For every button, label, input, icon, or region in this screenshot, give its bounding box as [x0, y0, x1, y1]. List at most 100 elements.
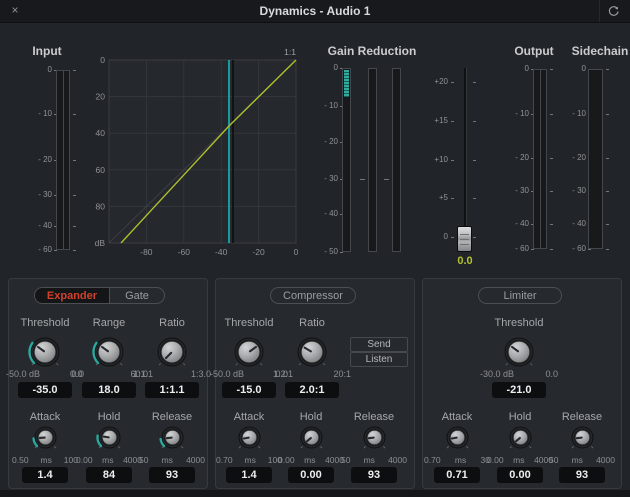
ratio-value[interactable]: 2.0:1: [285, 382, 339, 398]
attack-knob[interactable]: [441, 421, 474, 454]
attack-unit: ms: [41, 455, 52, 465]
sidechain-tick: 0: [550, 64, 586, 74]
threshold-value[interactable]: -21.0: [492, 382, 546, 398]
graph-y-tick: -40: [95, 128, 105, 138]
hold-knob-dial[interactable]: [93, 421, 126, 454]
output-tick: - 30: [493, 186, 529, 196]
make-up-tick: +10: [414, 155, 448, 165]
threshold-knob[interactable]: [229, 332, 269, 372]
hold-knob[interactable]: [504, 421, 537, 454]
attack-knob-dial[interactable]: [29, 421, 62, 454]
ratio-min: 1:1.1: [133, 369, 153, 379]
compressor-header-button[interactable]: Compressor: [270, 287, 356, 304]
release-value[interactable]: 93: [559, 467, 605, 483]
gain_reduction-tick: - 10: [302, 101, 338, 111]
release-value[interactable]: 93: [149, 467, 195, 483]
hold-value[interactable]: 0.00: [288, 467, 334, 483]
attack-range-labels: 0.70ms100: [216, 455, 282, 465]
gain_reduction-tick: - 20: [302, 137, 338, 147]
make-up-tick: 0: [414, 232, 448, 242]
attack-knob[interactable]: [29, 421, 62, 454]
release-knob[interactable]: [566, 421, 599, 454]
reset-button[interactable]: [599, 0, 626, 22]
gain-reduction-range-mark: [360, 179, 365, 180]
threshold-value[interactable]: -15.0: [222, 382, 276, 398]
sidechain-meter-bar: [588, 69, 603, 249]
input-tick-mark: [73, 160, 76, 161]
hold-min: 0.00: [76, 455, 93, 465]
release-knob[interactable]: [156, 421, 189, 454]
release-range-labels: 50ms4000: [341, 455, 407, 465]
sidechain-tick: - 10: [550, 109, 586, 119]
release-max: 4000: [596, 455, 615, 465]
threshold-knob-dial[interactable]: [229, 332, 269, 372]
attack-value[interactable]: 0.71: [434, 467, 480, 483]
release-min: 50: [341, 455, 350, 465]
range-knob-dial[interactable]: [89, 332, 129, 372]
attack-knob[interactable]: [233, 421, 266, 454]
ratio-knob-dial[interactable]: [292, 332, 332, 372]
release-knob-dial[interactable]: [566, 421, 599, 454]
make-up-tick-mark: [451, 121, 454, 122]
graph-y-tick: -20: [95, 92, 105, 102]
input-tick-mark: [73, 70, 76, 71]
attack-value[interactable]: 1.4: [22, 467, 68, 483]
hold-value[interactable]: 0.00: [497, 467, 543, 483]
release-value[interactable]: 93: [351, 467, 397, 483]
graph-x-tick: -40: [215, 247, 228, 257]
limiter-header-button[interactable]: Limiter: [478, 287, 562, 304]
threshold-knob[interactable]: [25, 332, 65, 372]
ratio-knob[interactable]: [292, 332, 332, 372]
release-knob-dial[interactable]: [156, 421, 189, 454]
sidechain-tick: - 20: [550, 153, 586, 163]
expander-panel: ExpanderGateThreshold-50.0 dB0.0-35.0Ran…: [8, 278, 208, 489]
sidechain-tick-mark: [606, 114, 609, 115]
range-knob[interactable]: [89, 332, 129, 372]
threshold-value[interactable]: -35.0: [18, 382, 72, 398]
hold-knob[interactable]: [93, 421, 126, 454]
make-up-tick: +15: [414, 116, 448, 126]
tab-gate[interactable]: Gate: [109, 288, 164, 303]
ratio-knob[interactable]: [152, 332, 192, 372]
window-bottom-edge: [0, 490, 630, 497]
compressor-panel: CompressorSendListenThreshold-50.0 dB0.0…: [215, 278, 415, 489]
send-button[interactable]: Send: [350, 337, 408, 352]
make-up-value[interactable]: 0.0: [440, 255, 490, 267]
release-knob[interactable]: [358, 421, 391, 454]
graph-db-label: dB: [95, 238, 105, 248]
input-meter-divider: [63, 71, 64, 249]
hold-knob-dial[interactable]: [295, 421, 328, 454]
make-up-slider-handle[interactable]: [457, 226, 472, 252]
sidechain-tick-mark: [606, 158, 609, 159]
hold-knob-dial[interactable]: [504, 421, 537, 454]
hold-unit: ms: [513, 455, 524, 465]
attack-value[interactable]: 1.4: [226, 467, 272, 483]
release-unit: ms: [364, 455, 375, 465]
attack-knob-dial[interactable]: [233, 421, 266, 454]
tab-expander[interactable]: Expander: [35, 288, 109, 303]
attack-knob-dial[interactable]: [441, 421, 474, 454]
threshold-min: -30.0 dB: [480, 369, 514, 379]
input-tick-mark: [73, 250, 76, 251]
attack-min: 0.70: [424, 455, 441, 465]
ratio-max: 1:3.0: [191, 369, 211, 379]
ratio-knob-dial[interactable]: [152, 332, 192, 372]
attack-range-labels: 0.50ms100: [12, 455, 78, 465]
threshold-knob-dial[interactable]: [25, 332, 65, 372]
make-up-tick: +20: [414, 77, 448, 87]
release-knob-dial[interactable]: [358, 421, 391, 454]
hold-unit: ms: [102, 455, 113, 465]
range-min: 0.0: [70, 369, 83, 379]
hold-value[interactable]: 84: [86, 467, 132, 483]
make-up-tick-mark: [473, 82, 476, 83]
ratio-range-labels: 1.2:120:1: [273, 369, 351, 379]
hold-knob[interactable]: [295, 421, 328, 454]
make-up-tick-mark: [451, 160, 454, 161]
range-value[interactable]: 18.0: [82, 382, 136, 398]
hold-range-labels: 0.00ms4000: [278, 455, 344, 465]
listen-button[interactable]: Listen: [350, 352, 408, 367]
threshold-knob[interactable]: [499, 332, 539, 372]
threshold-knob-dial[interactable]: [499, 332, 539, 372]
input-tick: - 60: [16, 245, 52, 255]
ratio-value[interactable]: 1:1.1: [145, 382, 199, 398]
